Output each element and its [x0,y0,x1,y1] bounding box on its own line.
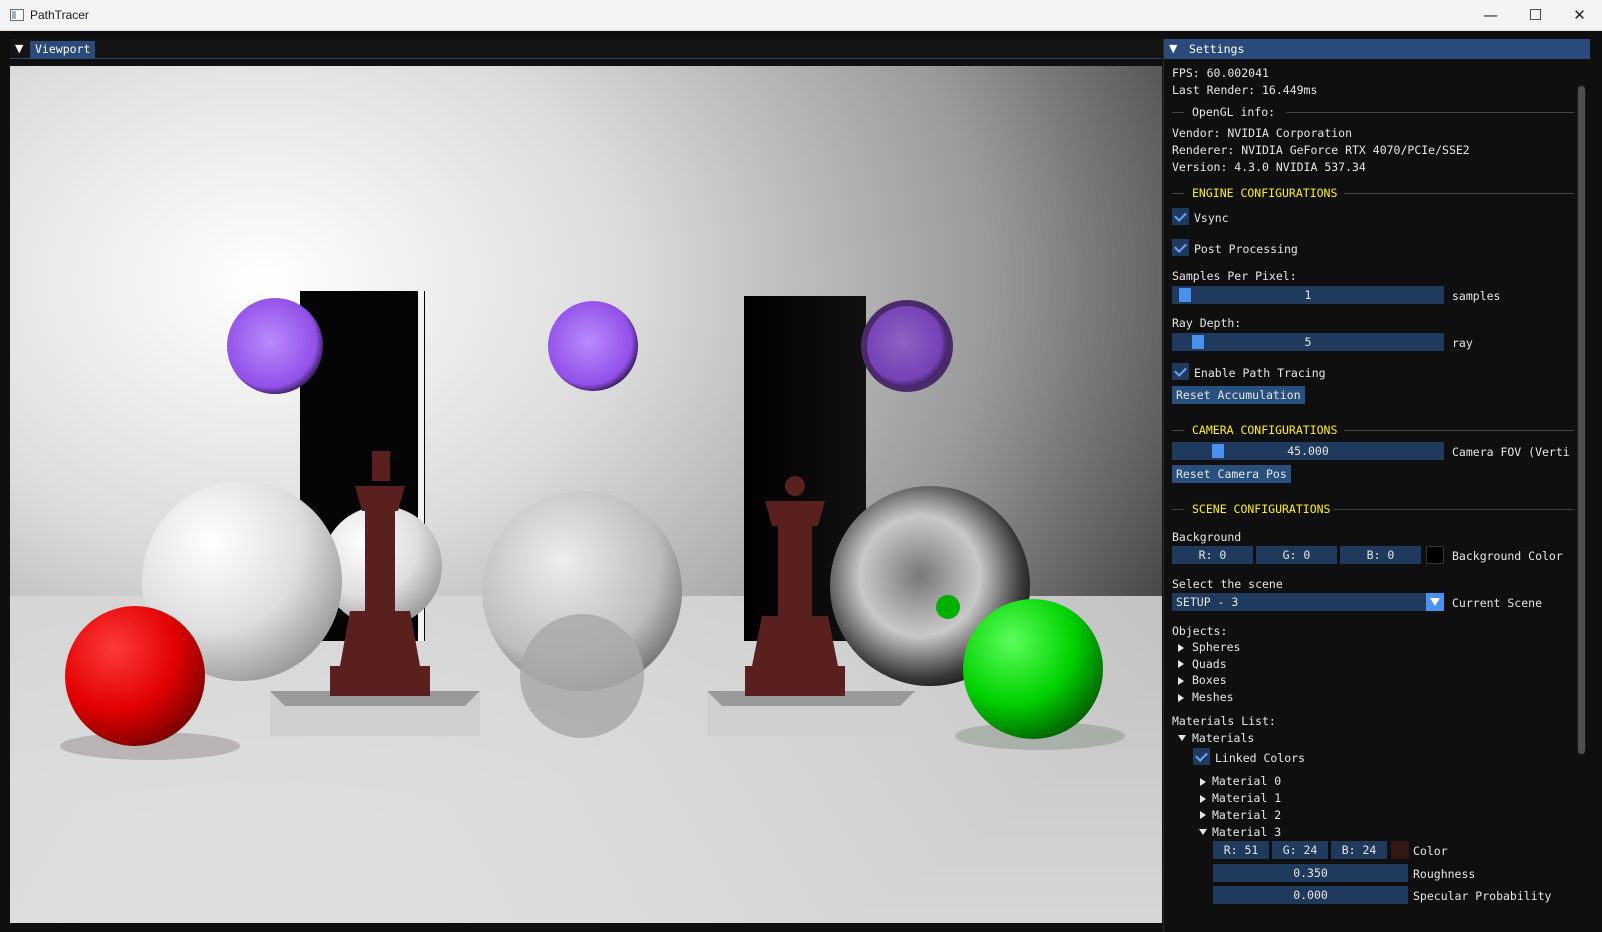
camera-configurations-separator: CAMERA CONFIGURATIONS [1172,423,1574,437]
ray-depth-value: 5 [1304,335,1312,349]
material-3-color-label: Color [1413,844,1448,858]
current-scene-label: Current Scene [1452,596,1543,610]
material-3-g-field[interactable]: G: 24 [1272,841,1328,859]
window-title: PathTracer [30,8,89,22]
material-3-b-field[interactable]: B: 24 [1331,841,1387,859]
maximize-button[interactable]: ☐ [1513,0,1558,30]
tree-node-boxes[interactable]: Boxes [1192,673,1227,687]
settings-title-bar[interactable]: ▼ Settings [1164,39,1590,59]
background-g-field[interactable]: G: 0 [1256,546,1337,564]
collapse-arrow-icon[interactable] [1178,735,1186,741]
settings-body: FPS: 60.002041 Last Render: 16.449ms Ope… [1164,59,1590,932]
roughness-slider[interactable]: 0.350 [1213,864,1408,882]
settings-window: ▼ Settings FPS: 60.002041 Last Render: 1… [1163,39,1590,932]
expand-arrow-icon[interactable] [1200,795,1206,803]
tree-node-material-3[interactable]: Material 3 [1212,825,1281,839]
opengl-info-separator: OpenGL info: [1172,105,1574,119]
rendered-scene-image [10,66,1162,923]
tree-node-material-2[interactable]: Material 2 [1212,808,1281,822]
enable-path-tracing-label: Enable Path Tracing [1194,366,1326,380]
scene-configurations-separator: SCENE CONFIGURATIONS [1172,502,1574,516]
dropdown-arrow-icon[interactable] [1426,593,1444,611]
tree-node-spheres[interactable]: Spheres [1192,640,1240,654]
ray-unit-label: ray [1452,336,1473,350]
window-title-bar: PathTracer — ☐ ✕ [0,0,1602,31]
materials-list-label: Materials List: [1172,714,1276,728]
vsync-checkbox[interactable] [1172,208,1189,225]
samples-per-pixel-value: 1 [1304,288,1312,302]
background-r-field[interactable]: R: 0 [1172,546,1253,564]
post-processing-label: Post Processing [1194,242,1298,256]
samples-per-pixel-label: Samples Per Pixel: [1172,269,1297,283]
samples-per-pixel-slider[interactable]: 1 [1172,286,1444,304]
ray-depth-slider[interactable]: 5 [1172,333,1444,351]
settings-scrollbar[interactable] [1577,85,1586,755]
viewport-tab[interactable]: Viewport [30,41,96,58]
collapse-arrow-icon[interactable]: ▼ [1169,42,1177,55]
camera-configurations-header: CAMERA CONFIGURATIONS [1192,423,1338,437]
close-button[interactable]: ✕ [1557,0,1602,30]
reset-camera-pos-button[interactable]: Reset Camera Pos [1172,465,1291,483]
tree-node-material-0[interactable]: Material 0 [1212,774,1281,788]
camera-fov-slider[interactable]: 45.000 [1172,442,1444,460]
reset-accumulation-button[interactable]: Reset Accumulation [1172,386,1305,404]
tree-node-meshes[interactable]: Meshes [1192,690,1234,704]
linked-colors-checkbox[interactable] [1193,748,1210,765]
expand-arrow-icon[interactable] [1178,677,1184,685]
objects-label: Objects: [1172,624,1228,638]
settings-tab[interactable]: Settings [1184,41,1250,58]
app-icon [10,9,24,21]
background-color-label: Background Color [1452,549,1563,563]
tree-node-quads[interactable]: Quads [1192,657,1227,671]
camera-fov-label: Camera FOV (Verti [1452,445,1570,459]
samples-unit-label: samples [1452,289,1501,303]
material-3-color-swatch[interactable] [1391,841,1409,859]
background-b-field[interactable]: B: 0 [1340,546,1421,564]
expand-arrow-icon[interactable] [1178,694,1184,702]
expand-arrow-icon[interactable] [1200,811,1206,819]
ray-depth-label: Ray Depth: [1172,316,1242,330]
linked-colors-label: Linked Colors [1215,751,1306,765]
engine-configurations-header: ENGINE CONFIGURATIONS [1192,186,1338,200]
engine-configurations-separator: ENGINE CONFIGURATIONS [1172,186,1574,200]
background-label: Background [1172,530,1242,544]
fps-text: FPS: 60.002041 [1172,66,1269,80]
expand-arrow-icon[interactable] [1200,778,1206,786]
material-3-r-field[interactable]: R: 51 [1213,841,1269,859]
minimize-button[interactable]: — [1468,0,1513,30]
viewport-title-bar[interactable]: ▼ Viewport [10,39,1162,59]
camera-fov-value: 45.000 [1287,444,1329,458]
scene-configurations-header: SCENE CONFIGURATIONS [1192,502,1331,516]
tree-node-materials[interactable]: Materials [1192,731,1254,745]
enable-path-tracing-checkbox[interactable] [1172,363,1189,380]
expand-arrow-icon[interactable] [1178,660,1184,668]
scrollbar-thumb[interactable] [1578,86,1585,754]
specular-probability-label: Specular Probability [1413,889,1552,903]
last-render-text: Last Render: 16.449ms [1172,83,1318,97]
background-color-swatch[interactable] [1426,546,1444,564]
scene-select-dropdown[interactable]: SETUP - 3 [1172,593,1444,611]
version-text: Version: 4.3.0 NVIDIA 537.34 [1172,160,1366,174]
vendor-text: Vendor: NVIDIA Corporation [1172,126,1353,140]
renderer-text: Renderer: NVIDIA GeForce RTX 4070/PCIe/S… [1172,143,1470,157]
render-viewport[interactable] [10,66,1162,923]
post-processing-checkbox[interactable] [1172,239,1189,256]
collapse-arrow-icon[interactable]: ▼ [15,42,23,55]
vsync-label: Vsync [1194,211,1229,225]
expand-arrow-icon[interactable] [1178,644,1184,652]
tree-node-material-1[interactable]: Material 1 [1212,791,1281,805]
roughness-label: Roughness [1413,867,1476,881]
scene-select-value: SETUP - 3 [1176,595,1239,609]
collapse-arrow-icon[interactable] [1199,829,1207,835]
opengl-info-label: OpenGL info: [1192,105,1276,119]
select-scene-label: Select the scene [1172,577,1283,591]
specular-probability-slider[interactable]: 0.000 [1213,886,1408,904]
